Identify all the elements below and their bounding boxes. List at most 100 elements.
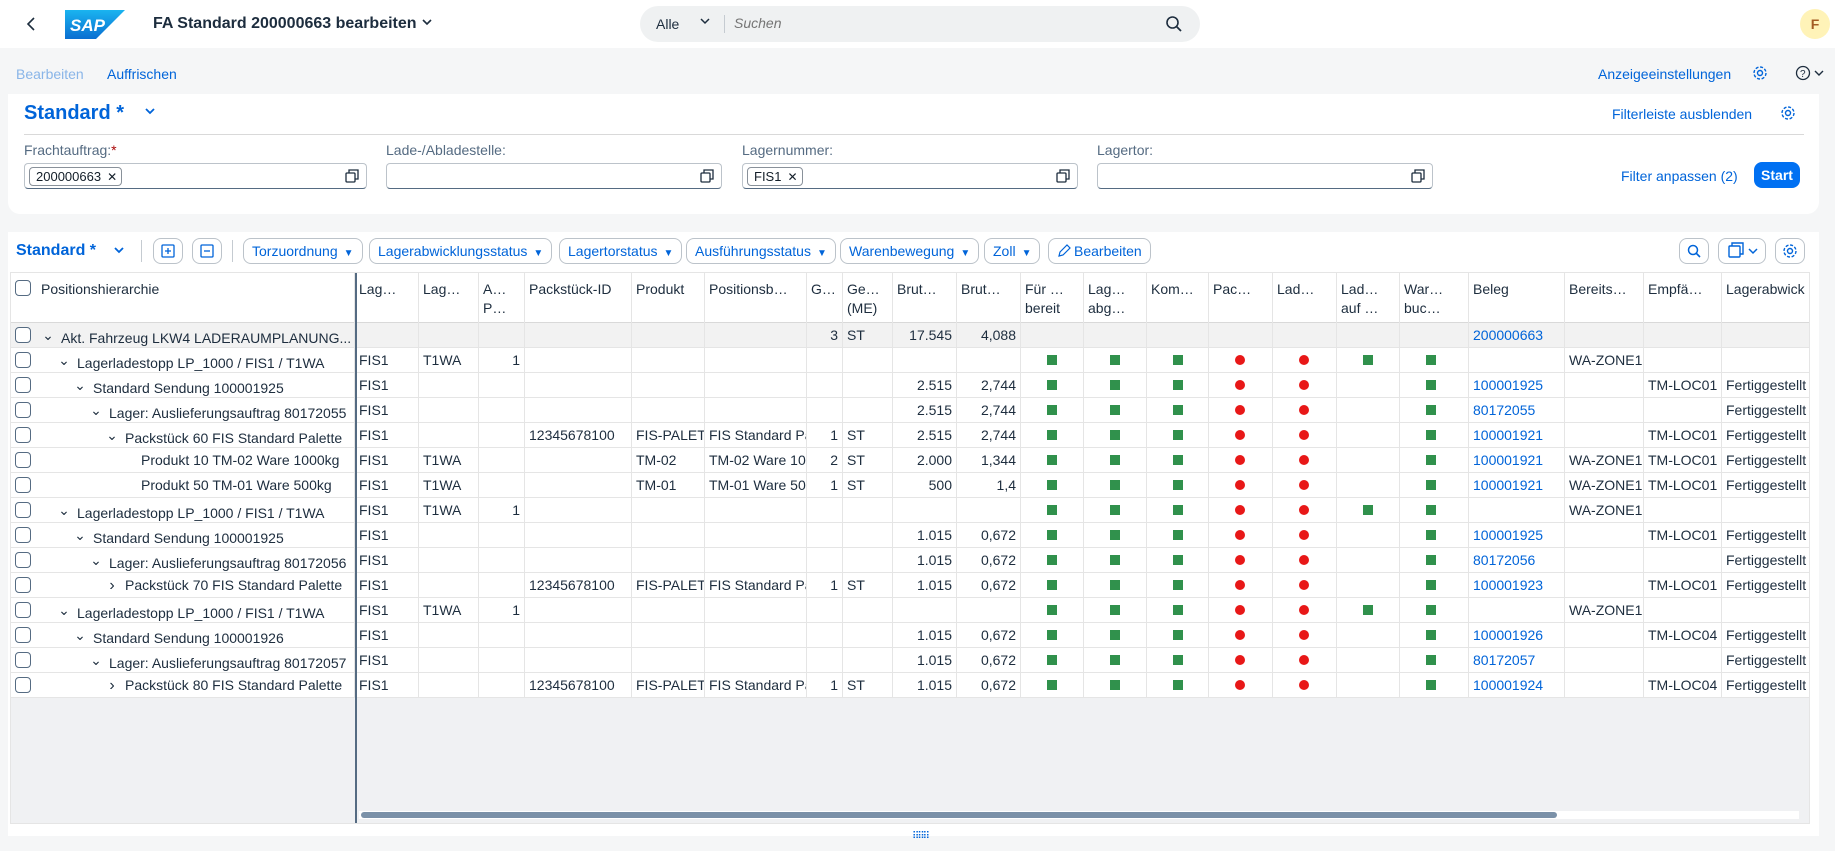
document-link[interactable]: 100001921	[1469, 423, 1565, 447]
document-link[interactable]: 100001921	[1469, 448, 1565, 472]
column-header[interactable]: Beleg	[1469, 273, 1565, 323]
chevron-down-icon[interactable]: ⌄	[89, 548, 103, 572]
menu-zoll[interactable]: Zoll ▼	[984, 238, 1041, 264]
menu-lagerabwicklungsstatus[interactable]: Lagerabwicklungsstatus ▼	[369, 238, 553, 264]
column-header[interactable]: Kom…	[1147, 273, 1209, 323]
value-help-icon[interactable]	[699, 168, 715, 187]
search-scope[interactable]: Alle	[656, 16, 679, 32]
hide-filter-bar-button[interactable]: Filterleiste ausblenden	[1612, 106, 1752, 122]
row-checkbox[interactable]	[15, 577, 31, 593]
filter-lagernummer-input[interactable]: FIS1 ✕	[742, 163, 1078, 189]
value-help-icon[interactable]	[1410, 168, 1426, 187]
column-header[interactable]: Positionsb…	[705, 273, 807, 323]
column-header[interactable]: Lad… auf …	[1337, 273, 1400, 323]
document-link[interactable]: 100001925	[1469, 373, 1565, 397]
chevron-down-icon[interactable]	[698, 14, 712, 31]
row-checkbox[interactable]	[15, 652, 31, 668]
row-checkbox[interactable]	[15, 677, 31, 693]
avatar[interactable]: F	[1800, 9, 1830, 39]
row-checkbox[interactable]	[15, 327, 31, 343]
select-all-checkbox[interactable]	[15, 280, 31, 296]
row-checkbox[interactable]	[15, 627, 31, 643]
table-row[interactable]: ⌄ Lager: Auslieferungsauftrag 80172055 FIS…	[11, 398, 1809, 423]
table-settings-button[interactable]	[1775, 238, 1805, 264]
document-link[interactable]: 100001923	[1469, 573, 1565, 597]
table-row[interactable]: ⌄ Standard Sendung 100001925 FIS1 2.515 2,74…	[11, 373, 1809, 398]
column-header[interactable]: Brut…	[957, 273, 1021, 323]
back-icon[interactable]	[22, 14, 42, 34]
column-header[interactable]: Für … bereit	[1021, 273, 1084, 323]
chevron-down-icon[interactable]: ⌄	[57, 498, 71, 522]
column-header[interactable]: G…	[807, 273, 843, 323]
row-checkbox[interactable]	[15, 527, 31, 543]
chevron-down-icon[interactable]: ⌄	[89, 398, 103, 422]
variant-title[interactable]: Standard *	[24, 102, 124, 125]
table-search-button[interactable]	[1679, 238, 1709, 264]
edit-button[interactable]: Bearbeiten	[16, 66, 84, 82]
column-header[interactable]: Pac…	[1209, 273, 1273, 323]
row-checkbox[interactable]	[15, 377, 31, 393]
document-link[interactable]: 100001925	[1469, 523, 1565, 547]
column-header[interactable]: Lag…	[419, 273, 479, 323]
table-row[interactable]: ⌄ Akt. Fahrzeug LKW4 LADERAUMPLANUNG... 3 S…	[11, 323, 1809, 348]
chevron-down-icon[interactable]	[112, 243, 126, 260]
display-settings-button[interactable]: Anzeigeeinstellungen	[1598, 66, 1731, 82]
column-header[interactable]: Brut…	[893, 273, 957, 323]
row-checkbox[interactable]	[15, 452, 31, 468]
row-checkbox[interactable]	[15, 602, 31, 618]
table-row[interactable]: › Packstück 70 FIS Standard Palette FIS1 12…	[11, 573, 1809, 598]
resize-handle-icon[interactable]: ⠿⠿⠿	[912, 831, 930, 842]
token[interactable]: 200000663 ✕	[29, 167, 123, 186]
chevron-down-icon[interactable]: ⌄	[89, 648, 103, 672]
chevron-down-icon[interactable]: ⌄	[73, 523, 87, 547]
row-checkbox[interactable]	[15, 402, 31, 418]
table-row[interactable]: Produkt 10 TM-02 Ware 1000kg FIS1 T1WA TM-0…	[11, 448, 1809, 473]
token[interactable]: FIS1 ✕	[747, 167, 803, 186]
table-row[interactable]: ⌄ Standard Sendung 100001925 FIS1 1.015 0,67…	[11, 523, 1809, 548]
filter-ladestelle-input[interactable]	[386, 163, 722, 189]
row-checkbox[interactable]	[15, 502, 31, 518]
sap-logo[interactable]: SAP	[65, 10, 125, 39]
table-row[interactable]: Produkt 50 TM-01 Ware 500kg FIS1 T1WA TM-01…	[11, 473, 1809, 498]
value-help-icon[interactable]	[1055, 168, 1071, 187]
help-icon[interactable]: ?	[1794, 64, 1826, 85]
chevron-down-icon[interactable]	[420, 15, 434, 32]
chevron-right-icon[interactable]: ›	[105, 674, 119, 697]
start-button[interactable]: Start	[1754, 162, 1800, 188]
column-header[interactable]: Empfä…	[1644, 273, 1722, 323]
filter-lagertor-input[interactable]	[1097, 163, 1433, 189]
export-button[interactable]	[1718, 238, 1766, 264]
column-header[interactable]: Lag…	[355, 273, 419, 323]
table-edit-button[interactable]: Bearbeiten	[1048, 238, 1151, 264]
refresh-button[interactable]: Auffrischen	[107, 66, 177, 82]
column-header[interactable]: Packstück-ID	[525, 273, 632, 323]
column-header[interactable]: Lag… abg…	[1084, 273, 1147, 323]
column-header[interactable]: Bereits…	[1565, 273, 1644, 323]
document-link[interactable]: 200000663	[1469, 323, 1565, 347]
table-row[interactable]: ⌄ Lagerladestopp LP_1000 / FIS1 / T1WA FIS…	[11, 498, 1809, 523]
menu-lagertorstatus[interactable]: Lagertorstatus ▼	[559, 238, 683, 264]
chevron-down-icon[interactable]: ⌄	[73, 373, 87, 397]
value-help-icon[interactable]	[344, 168, 360, 187]
column-header[interactable]: Lad…	[1273, 273, 1337, 323]
search-icon[interactable]	[1164, 14, 1184, 37]
document-link[interactable]: 100001924	[1469, 673, 1565, 697]
menu-torzuordnung[interactable]: Torzuordnung ▼	[243, 238, 363, 264]
menu-warenbewegung[interactable]: Warenbewegung ▼	[840, 238, 980, 264]
row-checkbox[interactable]	[15, 552, 31, 568]
table-row[interactable]: ⌄ Lagerladestopp LP_1000 / FIS1 / T1WA FIS…	[11, 598, 1809, 623]
document-link[interactable]: 80172056	[1469, 548, 1565, 572]
table-row[interactable]: ⌄ Lager: Auslieferungsauftrag 80172057 FIS…	[11, 648, 1809, 673]
row-checkbox[interactable]	[15, 477, 31, 493]
search-input[interactable]	[734, 15, 1134, 31]
document-link[interactable]: 80172057	[1469, 648, 1565, 672]
chevron-down-icon[interactable]: ⌄	[57, 348, 71, 372]
menu-ausfuehrungsstatus[interactable]: Ausführungsstatus ▼	[686, 238, 836, 264]
filter-frachtauftrag-input[interactable]: 200000663 ✕	[24, 163, 367, 189]
chevron-down-icon[interactable]: ⌄	[41, 323, 55, 347]
adapt-filters-button[interactable]: Filter anpassen (2)	[1621, 168, 1738, 184]
horizontal-scrollbar[interactable]	[359, 811, 1799, 819]
row-checkbox[interactable]	[15, 352, 31, 368]
gear-icon[interactable]	[1752, 65, 1768, 84]
chevron-down-icon[interactable]: ⌄	[73, 623, 87, 647]
